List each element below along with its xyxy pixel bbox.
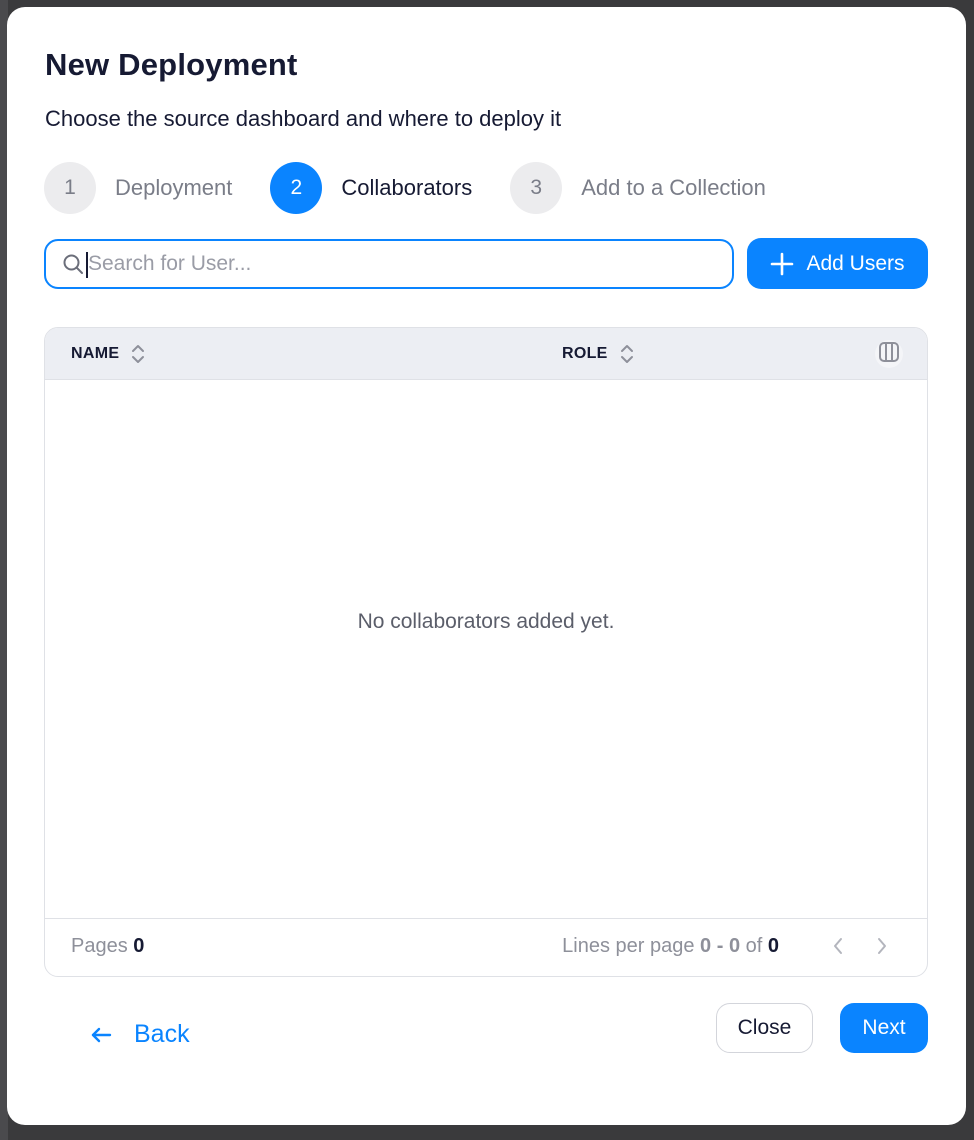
dialog-title: New Deployment: [45, 47, 298, 82]
step-number: 3: [510, 162, 563, 214]
lines-per-page: Lines per page 0 - 0 of 0: [562, 935, 779, 958]
empty-state-message: No collaborators added yet.: [357, 610, 615, 633]
step-collaborators[interactable]: 2 Collaborators: [270, 162, 472, 214]
step-label: Add to a Collection: [581, 175, 766, 200]
column-header-name[interactable]: NAME: [71, 328, 145, 379]
of-label: of: [745, 935, 763, 957]
previous-page-button[interactable]: [827, 936, 849, 960]
search-input[interactable]: [88, 252, 688, 276]
dialog-subtitle: Choose the source dashboard and where to…: [45, 106, 562, 131]
text-cursor: [86, 252, 88, 278]
chevron-left-icon: [832, 936, 844, 961]
step-add-to-collection[interactable]: 3 Add to a Collection: [510, 162, 766, 214]
columns-toggle-button[interactable]: [875, 340, 903, 368]
chevron-right-icon: [876, 936, 888, 961]
sort-icon: [131, 344, 145, 364]
column-header-label: ROLE: [562, 344, 608, 362]
pages-label: Pages: [71, 935, 128, 957]
plus-icon: [770, 252, 794, 276]
close-button[interactable]: Close: [716, 1003, 813, 1053]
lines-label: Lines per page: [562, 935, 695, 957]
step-number: 1: [44, 162, 96, 214]
new-deployment-dialog: New Deployment Choose the source dashboa…: [7, 7, 966, 1125]
column-header-label: NAME: [71, 344, 120, 362]
search-icon: [62, 253, 84, 275]
step-number: 2: [270, 162, 323, 214]
back-button[interactable]: Back: [90, 1020, 190, 1049]
pages-value: 0: [133, 935, 145, 957]
arrow-left-icon: [90, 1024, 112, 1046]
sort-icon: [620, 344, 634, 364]
table-header: NAME ROLE: [45, 328, 927, 380]
next-button[interactable]: Next: [840, 1003, 928, 1053]
table-footer: Pages 0 Lines per page 0 - 0 of 0: [45, 918, 927, 976]
collaborators-table: NAME ROLE No collaborators added yet. Pa…: [44, 327, 928, 977]
step-label: Collaborators: [341, 175, 473, 200]
column-header-role[interactable]: ROLE: [562, 328, 634, 379]
step-label: Deployment: [115, 175, 233, 200]
range-end: 0: [728, 935, 741, 957]
range-start: 0: [700, 935, 712, 957]
add-users-label: Add Users: [806, 251, 905, 275]
back-label: Back: [134, 1020, 190, 1048]
pages-count: Pages 0: [71, 935, 144, 958]
total-count: 0: [767, 935, 779, 957]
stepper: 1 Deployment 2 Collaborators 3 Add to a …: [44, 162, 804, 214]
add-users-button[interactable]: Add Users: [747, 238, 928, 289]
next-page-button[interactable]: [871, 936, 893, 960]
range-separator: -: [716, 935, 724, 957]
search-field[interactable]: [44, 239, 734, 289]
step-deployment[interactable]: 1 Deployment: [44, 162, 232, 214]
columns-icon: [877, 340, 901, 369]
